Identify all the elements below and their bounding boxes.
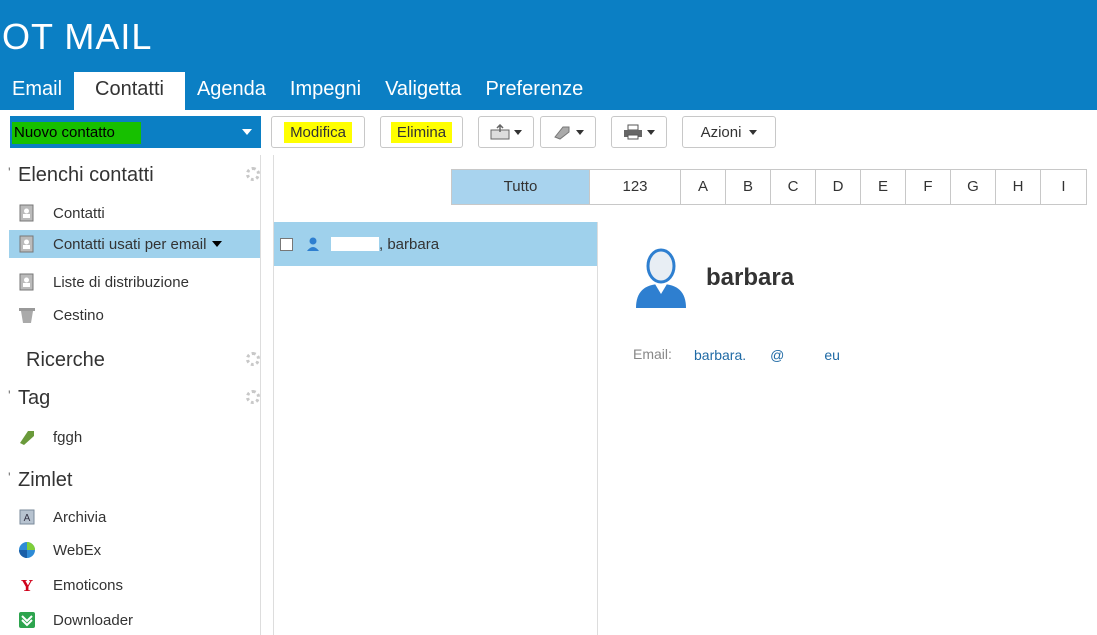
move-button[interactable] xyxy=(478,116,534,148)
section-zimlet[interactable]: ' Zimlet xyxy=(8,469,72,492)
redacted-text xyxy=(331,237,379,251)
move-folder-icon xyxy=(490,124,510,140)
print-button[interactable] xyxy=(611,116,667,148)
sidebar-item-label: Archivia xyxy=(53,508,107,526)
printer-icon xyxy=(624,124,642,140)
email-value[interactable]: barbara. @ eu xyxy=(694,346,840,363)
sidebar-item-label: Contatti usati per email xyxy=(53,235,207,253)
archive-icon: A xyxy=(19,509,35,525)
tag-icon xyxy=(20,431,34,445)
chevron-down-icon[interactable] xyxy=(212,241,223,247)
actions-button[interactable]: Azioni xyxy=(682,116,776,148)
alpha-g[interactable]: G xyxy=(951,170,996,204)
alpha-i[interactable]: I xyxy=(1041,170,1086,204)
trash-icon xyxy=(19,308,35,323)
sidebar-item-webex[interactable]: WebEx xyxy=(18,536,261,564)
select-checkbox[interactable] xyxy=(280,237,293,251)
alpha-c[interactable]: C xyxy=(771,170,816,204)
address-book-icon xyxy=(19,235,34,253)
tab-email[interactable]: Email xyxy=(0,72,74,110)
alpha-h[interactable]: H xyxy=(996,170,1041,204)
sidebar-item-label: Liste di distribuzione xyxy=(53,273,189,291)
tag-icon xyxy=(554,126,570,140)
gear-icon[interactable] xyxy=(246,167,260,181)
sidebar-item-label: Downloader xyxy=(53,611,134,629)
alphabet-bar: Tutto 123 A B C D E F G H I xyxy=(451,169,1087,205)
new-contact-label: Nuovo contatto xyxy=(12,122,141,144)
sidebar-splitter[interactable] xyxy=(260,155,274,635)
section-title: Zimlet xyxy=(18,469,73,491)
contact-avatar-icon xyxy=(636,248,686,308)
edit-button[interactable]: Modifica xyxy=(271,116,365,148)
actions-label: Azioni xyxy=(700,123,742,141)
app-header: OT MAIL Email Contatti Agenda Impegni Va… xyxy=(0,0,1097,110)
svg-text:Y: Y xyxy=(21,576,33,594)
alpha-123[interactable]: 123 xyxy=(590,170,681,204)
section-contact-lists[interactable]: ' Elenchi contatti xyxy=(8,164,154,187)
contact-detail-name: barbara xyxy=(706,264,875,292)
alpha-b[interactable]: B xyxy=(726,170,771,204)
delete-button[interactable]: Elimina xyxy=(380,116,463,148)
sidebar-item-label: WebEx xyxy=(53,541,102,559)
tab-valigetta[interactable]: Valigetta xyxy=(373,72,473,110)
delete-label: Elimina xyxy=(390,121,453,143)
alpha-e[interactable]: E xyxy=(861,170,906,204)
contact-name: , barbara xyxy=(379,235,440,253)
sidebar-item-label: Contatti xyxy=(53,204,105,222)
distribution-list-icon xyxy=(19,273,34,291)
section-title: Elenchi contatti xyxy=(18,164,154,186)
gear-icon[interactable] xyxy=(246,352,260,366)
person-icon xyxy=(307,237,319,251)
alpha-tutto[interactable]: Tutto xyxy=(452,170,590,204)
sidebar-item-emoticons[interactable]: Y Emoticons xyxy=(18,571,261,599)
chevron-down-icon[interactable] xyxy=(242,129,252,135)
section-searches[interactable]: Ricerche xyxy=(26,349,105,372)
tab-preferenze[interactable]: Preferenze xyxy=(473,72,595,110)
tag-button[interactable] xyxy=(540,116,596,148)
edit-label: Modifica xyxy=(284,121,352,143)
chevron-down-icon xyxy=(647,129,655,135)
chevron-down-icon xyxy=(514,129,522,135)
section-title: Tag xyxy=(18,387,51,409)
section-tags[interactable]: ' Tag xyxy=(8,387,50,410)
chevron-down-icon xyxy=(749,129,758,135)
contact-list: , barbara xyxy=(274,222,598,635)
sidebar-item-label: fggh xyxy=(53,428,83,446)
sidebar-item-archivia[interactable]: A Archivia xyxy=(18,503,261,531)
tab-agenda[interactable]: Agenda xyxy=(185,72,278,110)
sidebar-item-label: Emoticons xyxy=(53,576,124,594)
svg-text:A: A xyxy=(24,513,31,524)
email-label: Email: xyxy=(633,346,672,362)
alpha-f[interactable]: F xyxy=(906,170,951,204)
sidebar-item-contatti-usati[interactable]: Contatti usati per email xyxy=(9,230,261,258)
sidebar-item-liste[interactable]: Liste di distribuzione xyxy=(18,268,261,296)
tab-contatti[interactable]: Contatti xyxy=(74,72,185,110)
webex-icon xyxy=(19,542,35,558)
alpha-d[interactable]: D xyxy=(816,170,861,204)
list-item[interactable]: , barbara xyxy=(274,222,597,266)
new-contact-button[interactable]: Nuovo contatto xyxy=(10,116,261,148)
alpha-a[interactable]: A xyxy=(681,170,726,204)
sidebar-item-tag[interactable]: fggh xyxy=(18,423,261,451)
download-icon xyxy=(19,612,35,628)
sidebar-item-label: Cestino xyxy=(53,306,104,324)
sidebar-item-cestino[interactable]: Cestino xyxy=(18,301,261,329)
yahoo-y-icon: Y xyxy=(21,576,33,594)
gear-icon[interactable] xyxy=(246,390,260,404)
main-tabs: Email Contatti Agenda Impegni Valigetta … xyxy=(0,72,595,110)
chevron-down-icon xyxy=(576,129,584,135)
address-book-icon xyxy=(19,204,34,222)
sidebar-item-downloader[interactable]: Downloader xyxy=(18,606,261,634)
app-brand: OT MAIL xyxy=(2,16,153,57)
sidebar-item-contatti[interactable]: Contatti xyxy=(18,199,261,227)
tab-impegni[interactable]: Impegni xyxy=(278,72,373,110)
toolbar: Nuovo contatto Modifica Elimina Azioni xyxy=(0,110,1097,155)
